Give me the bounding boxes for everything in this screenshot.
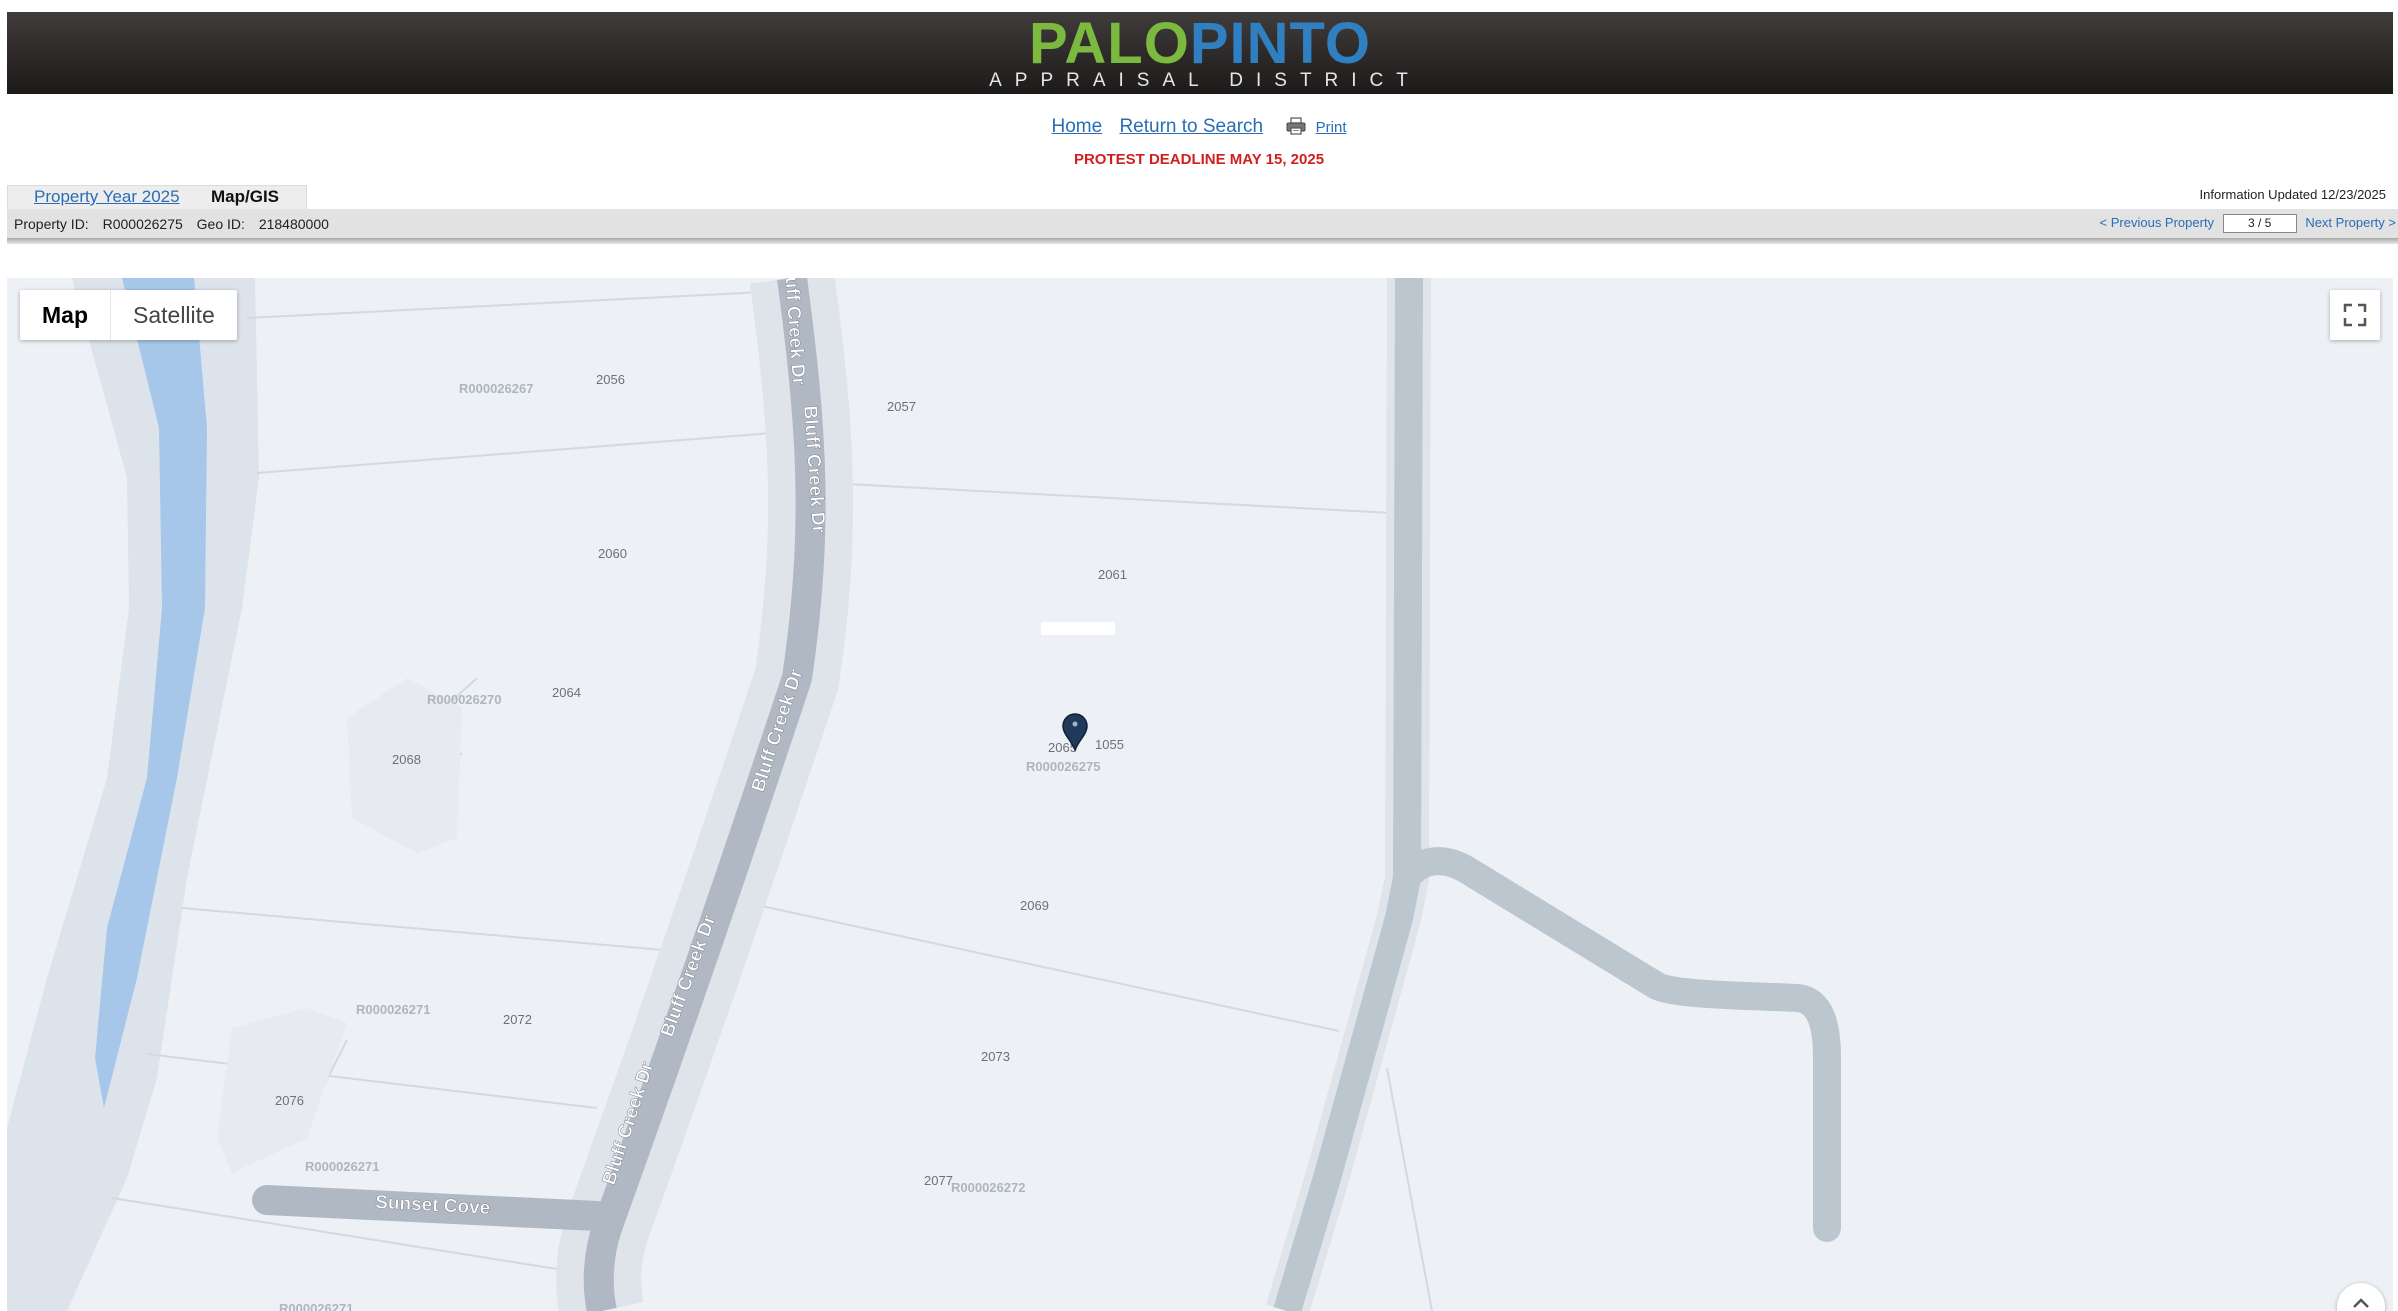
divider: [7, 238, 2398, 244]
tab-map-gis[interactable]: Map/GIS: [211, 187, 279, 207]
info-updated-text: Information Updated 12/23/2025: [2199, 187, 2386, 202]
printer-icon[interactable]: [1286, 117, 1306, 135]
parcel-id-label: R000026272: [951, 1180, 1025, 1195]
header-banner: PALOPINTO APPRAISAL DISTRICT: [7, 12, 2393, 94]
property-id-value: R000026275: [102, 216, 183, 232]
east-road-casing: [1265, 278, 1431, 1311]
river-bank: [7, 278, 259, 1311]
property-id-label: Property ID:: [14, 216, 89, 232]
top-navigation: Home Return to Search Print: [0, 116, 2398, 138]
address-number: 2060: [598, 546, 627, 561]
fullscreen-button[interactable]: [2330, 290, 2380, 340]
map-canvas[interactable]: Bluff Creek Dr Bluff Creek Dr Bluff Cree…: [7, 278, 2393, 1311]
address-number: 2076: [275, 1093, 304, 1108]
parcel-id-label: R000026267: [459, 381, 533, 396]
address-number: 1055: [1095, 737, 1124, 752]
return-to-search-link[interactable]: Return to Search: [1119, 116, 1263, 137]
next-property-link[interactable]: Next Property >: [2305, 215, 2396, 230]
label-mask: [1041, 622, 1115, 635]
address-number: 2061: [1098, 567, 1127, 582]
map-type-control: Map Satellite: [20, 290, 237, 340]
address-number: 2069: [1020, 898, 1049, 913]
property-id-bar: Property ID: R000026275 Geo ID: 21848000…: [7, 209, 2398, 238]
geo-id-value: 218480000: [258, 216, 329, 232]
property-pager: < Previous Property 3 / 5 Next Property …: [2100, 214, 2396, 233]
tab-property-year[interactable]: Property Year 2025: [34, 187, 180, 207]
tab-bar: Property Year 2025 Map/GIS: [7, 185, 307, 210]
building-footprint: [217, 1008, 347, 1173]
parcel-id-label: R000026275: [1026, 759, 1100, 774]
map-type-map-button[interactable]: Map: [20, 290, 110, 340]
parcel-id-label: R000026270: [427, 692, 501, 707]
address-number: 2072: [503, 1012, 532, 1027]
map-type-satellite-button[interactable]: Satellite: [110, 290, 237, 340]
map-camera-control-button[interactable]: [2337, 1283, 2385, 1311]
address-number: 2057: [887, 399, 916, 414]
east-road-branch[interactable]: [1393, 847, 1841, 1242]
address-number: 2064: [552, 685, 581, 700]
previous-property-link[interactable]: < Previous Property: [2100, 215, 2215, 230]
home-link[interactable]: Home: [1051, 116, 1102, 137]
fullscreen-icon: [2343, 303, 2367, 327]
logo-word-palo: PALO: [1029, 11, 1190, 76]
logo-subtitle: APPRAISAL DISTRICT: [989, 70, 1421, 91]
address-number: 2056: [596, 372, 625, 387]
gis-map[interactable]: Bluff Creek Dr Bluff Creek Dr Bluff Cree…: [7, 278, 2393, 1311]
address-number: 2077: [924, 1173, 953, 1188]
geo-id-label: Geo ID:: [196, 216, 245, 232]
logo-word-pinto: PINTO: [1189, 11, 1371, 76]
protest-deadline-notice: PROTEST DEADLINE MAY 15, 2025: [1073, 151, 1325, 168]
parcel-id-label: R000026271: [305, 1159, 379, 1174]
property-pager-input[interactable]: 3 / 5: [2222, 214, 2297, 233]
logo: PALOPINTO APPRAISAL DISTRICT: [7, 12, 2393, 92]
parcel-id-label: R000026271: [356, 1002, 430, 1017]
address-number: 2068: [392, 752, 421, 767]
parcel-id-label: R000026271: [279, 1301, 353, 1311]
address-number: 2073: [981, 1049, 1010, 1064]
chevron-up-icon: [2353, 1298, 2369, 1308]
print-link[interactable]: Print: [1316, 119, 1347, 136]
